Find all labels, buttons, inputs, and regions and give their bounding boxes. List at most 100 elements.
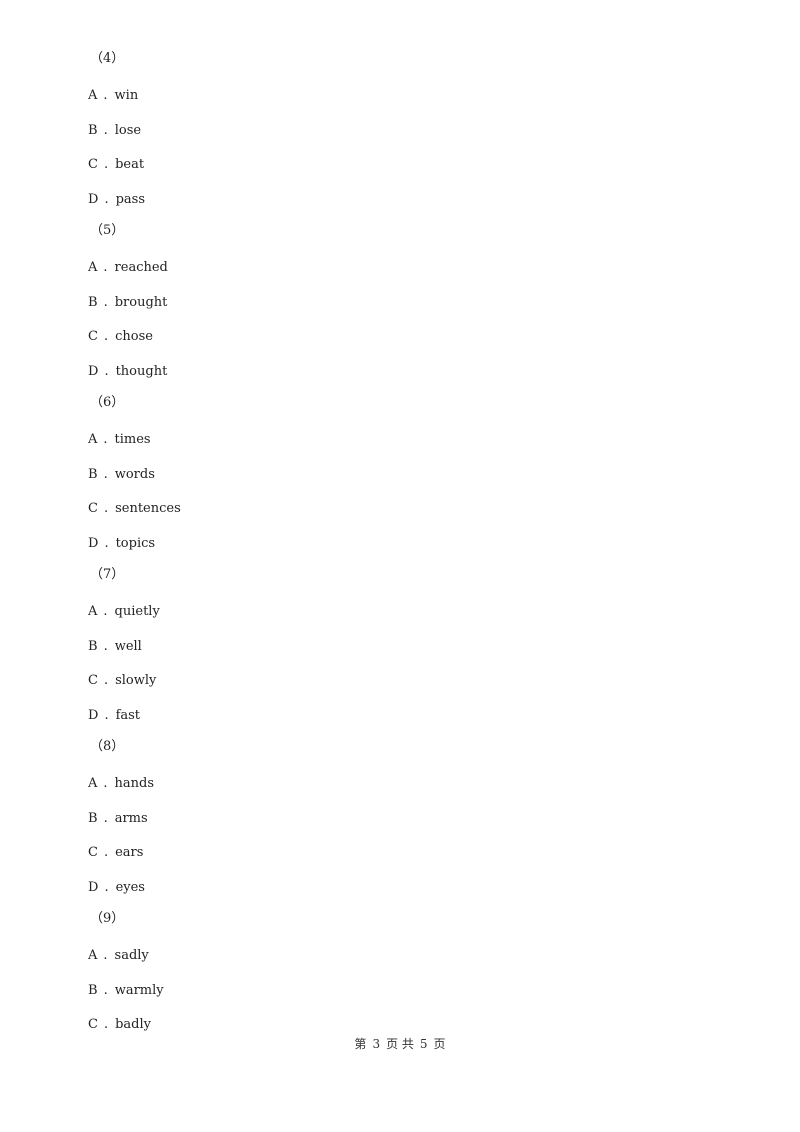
option-separator: . (103, 432, 108, 447)
footer-prefix: 第 (354, 1037, 367, 1051)
option-separator: . (103, 466, 108, 482)
option-text: words (114, 466, 155, 482)
option-separator: . (103, 604, 108, 619)
question-number: （8） (90, 739, 125, 754)
option-text: beat (115, 157, 145, 172)
answer-option: B. well (88, 639, 142, 655)
option-separator: . (104, 707, 109, 723)
question-number: （7） (90, 567, 125, 582)
option-text: arms (114, 810, 148, 826)
question-number: （6） (90, 395, 125, 410)
answer-option: C. ears (88, 845, 143, 861)
option-separator: . (103, 260, 108, 275)
option-text: reached (114, 260, 168, 275)
option-separator: . (103, 157, 109, 172)
answer-option: A. hands (88, 776, 154, 792)
answer-option: A. times (88, 432, 151, 448)
question-number: （4） (90, 51, 125, 66)
option-text: eyes (115, 879, 145, 895)
page-footer: 第3 页 共 5页 (0, 1035, 800, 1052)
option-letter: A (88, 260, 98, 275)
option-text: badly (115, 1017, 151, 1032)
option-separator: . (104, 879, 109, 895)
option-letter: C (88, 329, 98, 344)
option-separator: . (104, 191, 109, 207)
option-separator: . (103, 982, 108, 998)
option-text: quietly (114, 604, 160, 619)
answer-option: C. sentences (88, 501, 181, 517)
option-letter: A (88, 776, 98, 791)
answer-option: C. chose (88, 329, 153, 345)
option-letter: B (88, 122, 98, 138)
option-text: well (114, 638, 142, 654)
option-letter: D (88, 363, 99, 379)
footer-mid: 页 共 (386, 1037, 414, 1051)
option-separator: . (103, 88, 108, 103)
answer-option: A. sadly (88, 948, 149, 964)
option-letter: C (88, 1017, 98, 1032)
answer-option: C. beat (88, 157, 144, 173)
option-separator: . (103, 638, 108, 654)
option-separator: . (103, 776, 108, 791)
option-text: pass (115, 191, 145, 207)
option-text: chose (115, 329, 153, 344)
option-text: thought (115, 363, 168, 379)
option-text: ears (115, 845, 144, 860)
option-separator: . (103, 122, 108, 138)
option-letter: D (88, 879, 99, 895)
option-text: topics (115, 535, 156, 551)
option-letter: C (88, 845, 98, 860)
option-letter: B (88, 810, 98, 826)
option-letter: B (88, 466, 98, 482)
option-letter: A (88, 432, 98, 447)
answer-option: B. warmly (88, 983, 164, 999)
option-letter: B (88, 294, 98, 310)
answer-option: D. topics (88, 536, 155, 552)
option-separator: . (103, 501, 109, 516)
answer-option: B. brought (88, 295, 167, 311)
option-separator: . (104, 363, 109, 379)
option-letter: D (88, 191, 99, 207)
answer-option: D. pass (88, 192, 145, 208)
answer-option: B. lose (88, 123, 141, 139)
question-number: （9） (90, 911, 125, 926)
option-separator: . (103, 810, 108, 826)
answer-option: A. quietly (88, 604, 160, 620)
option-text: fast (115, 707, 141, 723)
answer-option: A. reached (88, 260, 168, 276)
option-letter: C (88, 501, 98, 516)
option-separator: . (103, 329, 109, 344)
option-text: slowly (115, 673, 157, 688)
option-separator: . (103, 1017, 109, 1032)
option-text: times (114, 432, 151, 447)
option-separator: . (104, 535, 109, 551)
option-letter: C (88, 673, 98, 688)
footer-suffix: 页 (433, 1037, 446, 1051)
option-letter: B (88, 638, 98, 654)
option-letter: B (88, 982, 98, 998)
option-text: warmly (114, 982, 164, 998)
answer-option: D. fast (88, 708, 140, 724)
option-text: win (114, 88, 139, 103)
footer-current-page: 3 (372, 1037, 381, 1051)
question-number: （5） (90, 223, 125, 238)
answer-option: A. win (88, 88, 138, 104)
option-letter: C (88, 157, 98, 172)
footer-total-pages: 5 (419, 1037, 428, 1051)
option-letter: A (88, 604, 98, 619)
option-text: sadly (114, 948, 149, 963)
answer-option: B. arms (88, 811, 148, 827)
answer-option: C. badly (88, 1017, 151, 1033)
option-text: hands (114, 776, 155, 791)
option-text: sentences (115, 501, 181, 516)
option-letter: D (88, 535, 99, 551)
option-letter: A (88, 948, 98, 963)
option-text: lose (114, 122, 142, 138)
option-separator: . (103, 948, 108, 963)
option-separator: . (103, 845, 109, 860)
answer-option: C. slowly (88, 673, 156, 689)
option-letter: D (88, 707, 99, 723)
answer-option: B. words (88, 467, 155, 483)
option-separator: . (103, 673, 109, 688)
answer-option: D. thought (88, 364, 167, 380)
